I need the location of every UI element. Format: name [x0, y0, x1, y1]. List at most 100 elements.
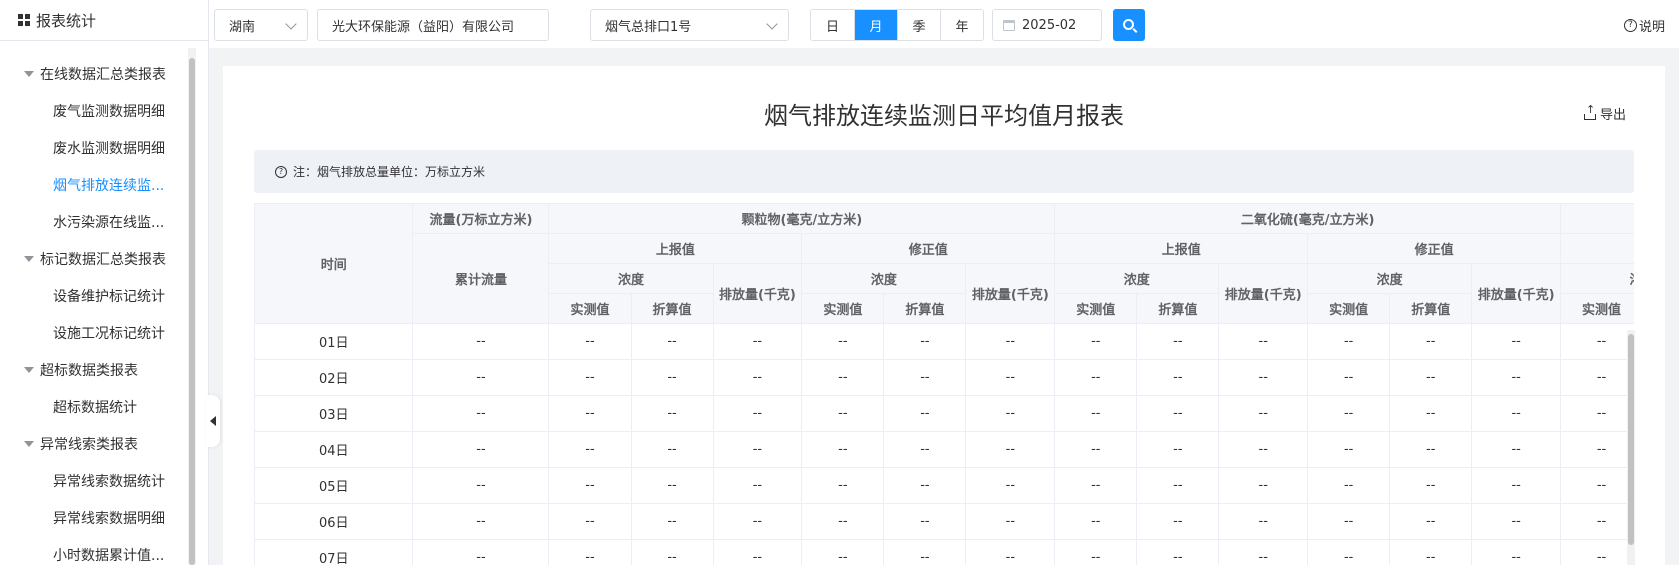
- export-button[interactable]: 导出: [1583, 103, 1626, 123]
- note-text: 注：烟气排放总量单位：万标立方米: [293, 165, 486, 179]
- sidebar-item[interactable]: 异常线索数据统计: [0, 462, 190, 499]
- sidebar-item[interactable]: 废水监测数据明细: [0, 129, 190, 166]
- sidebar-item[interactable]: 异常线索数据明细: [0, 499, 190, 536]
- table-cell: --: [1307, 503, 1391, 540]
- table-cell: --: [630, 359, 714, 396]
- row-date: 03日: [254, 395, 414, 432]
- sidebar-item[interactable]: 设施工况标记统计: [0, 314, 190, 351]
- sidebar-item[interactable]: 小时数据累计值...: [0, 536, 190, 565]
- table-cell: --: [1307, 359, 1391, 396]
- help-link[interactable]: ? 说明: [1623, 16, 1665, 35]
- emission-header: 排放量(千克): [1218, 263, 1309, 324]
- sidebar-header: 报表统计: [0, 0, 208, 41]
- sidebar-collapse-button[interactable]: [206, 395, 220, 447]
- sidebar-item-label: 设施工况标记统计: [53, 325, 165, 342]
- converted-header: 折算值: [1136, 293, 1220, 324]
- table-cell: --: [1560, 359, 1634, 396]
- measured-header: 实测值: [801, 293, 885, 324]
- sidebar-scrollbar[interactable]: [188, 48, 196, 565]
- collapse-left-icon: [210, 416, 216, 426]
- period-option[interactable]: 月: [854, 10, 897, 40]
- table-header: 时间 流量(万标立方米) 颗粒物(毫克/立方米) 二氧化硫(毫克/立方米) 累计…: [254, 203, 1634, 324]
- table-cell: --: [630, 431, 714, 468]
- search-button[interactable]: [1113, 9, 1145, 41]
- table-cell: --: [1136, 467, 1220, 504]
- measured-header: 实测值: [1560, 293, 1634, 324]
- table-cell: --: [1054, 539, 1138, 565]
- report-table-wrapper[interactable]: 时间 流量(万标立方米) 颗粒物(毫克/立方米) 二氧化硫(毫克/立方米) 累计…: [254, 203, 1634, 565]
- sidebar-item[interactable]: 水污染源在线监...: [0, 203, 190, 240]
- table-cell: --: [1307, 323, 1391, 360]
- table-row: 04日--------------------------------: [254, 431, 1634, 468]
- table-cell: --: [412, 539, 550, 565]
- period-option[interactable]: 年: [940, 10, 983, 40]
- so2-header: 二氧化硫(毫克/立方米): [1054, 203, 1562, 234]
- converted-header: 折算值: [883, 293, 967, 324]
- table-cell: --: [965, 539, 1056, 565]
- table-cell: --: [1389, 467, 1473, 504]
- table-cell: --: [1471, 467, 1562, 504]
- table-cell: --: [965, 323, 1056, 360]
- company-input[interactable]: 光大环保能源（益阳）有限公司: [317, 9, 549, 41]
- table-cell: --: [712, 323, 803, 360]
- converted-header: 折算值: [1389, 293, 1473, 324]
- table-cell: --: [965, 395, 1056, 432]
- table-cell: --: [1471, 395, 1562, 432]
- table-cell: --: [1054, 503, 1138, 540]
- table-cell: --: [630, 539, 714, 565]
- sidebar-group[interactable]: 标记数据汇总类报表: [0, 240, 190, 277]
- table-cell: --: [1054, 359, 1138, 396]
- sidebar-group[interactable]: 超标数据类报表: [0, 351, 190, 388]
- region-select[interactable]: 湖南: [214, 9, 308, 41]
- sidebar-item[interactable]: 废气监测数据明细: [0, 92, 190, 129]
- row-date: 02日: [254, 359, 414, 396]
- sidebar-item[interactable]: 烟气排放连续监...: [0, 166, 190, 203]
- table-cell: --: [548, 503, 632, 540]
- sidebar-group[interactable]: 异常线索类报表: [0, 425, 190, 462]
- period-option[interactable]: 季: [897, 10, 940, 40]
- grid-icon: [18, 14, 30, 26]
- caret-down-icon: [24, 255, 34, 262]
- cumulative-flow-header: 累计流量: [412, 233, 550, 324]
- period-option[interactable]: 日: [811, 10, 854, 40]
- table-cell: --: [1136, 359, 1220, 396]
- table-cell: --: [1218, 395, 1309, 432]
- table-cell: --: [712, 395, 803, 432]
- table-cell: --: [883, 431, 967, 468]
- sidebar-item-label: 小时数据累计值...: [53, 547, 165, 564]
- table-cell: --: [1389, 539, 1473, 565]
- flow-header: 流量(万标立方米): [412, 203, 550, 234]
- sidebar-scrollbar-thumb[interactable]: [189, 58, 195, 565]
- emission-header: 排放量(千克): [1471, 263, 1562, 324]
- pm-reported-header: 上报值: [548, 233, 803, 264]
- pm-header: 颗粒物(毫克/立方米): [548, 203, 1056, 234]
- table-cell: --: [412, 467, 550, 504]
- caret-down-icon: [24, 366, 34, 373]
- table-cell: --: [883, 539, 967, 565]
- table-cell: --: [412, 323, 550, 360]
- table-row: 05日--------------------------------: [254, 467, 1634, 504]
- time-header: 时间: [254, 203, 414, 324]
- table-cell: --: [1389, 503, 1473, 540]
- table-cell: --: [801, 539, 885, 565]
- sidebar-item[interactable]: 设备维护标记统计: [0, 277, 190, 314]
- outlet-select[interactable]: 烟气总排口1号: [590, 9, 789, 41]
- concentration-header: 浓度: [1307, 263, 1473, 294]
- table-cell: --: [1471, 431, 1562, 468]
- sidebar-item-label: 超标数据类报表: [40, 362, 138, 379]
- next-pollutant-header: [1560, 203, 1634, 234]
- table-cell: --: [1307, 467, 1391, 504]
- sidebar-item-label: 烟气排放连续监...: [53, 177, 165, 194]
- sidebar-item[interactable]: 超标数据统计: [0, 388, 190, 425]
- table-row: 06日--------------------------------: [254, 503, 1634, 540]
- table-cell: --: [1560, 539, 1634, 565]
- table-cell: --: [1136, 503, 1220, 540]
- table-cell: --: [548, 467, 632, 504]
- sidebar-group[interactable]: 在线数据汇总类报表: [0, 55, 190, 92]
- table-scrollbar[interactable]: [1627, 330, 1635, 565]
- table-cell: --: [1136, 539, 1220, 565]
- concentration-header: 浓度: [1560, 263, 1634, 294]
- date-picker[interactable]: 2025-02: [992, 9, 1102, 41]
- row-date: 05日: [254, 467, 414, 504]
- table-scrollbar-thumb[interactable]: [1628, 334, 1634, 545]
